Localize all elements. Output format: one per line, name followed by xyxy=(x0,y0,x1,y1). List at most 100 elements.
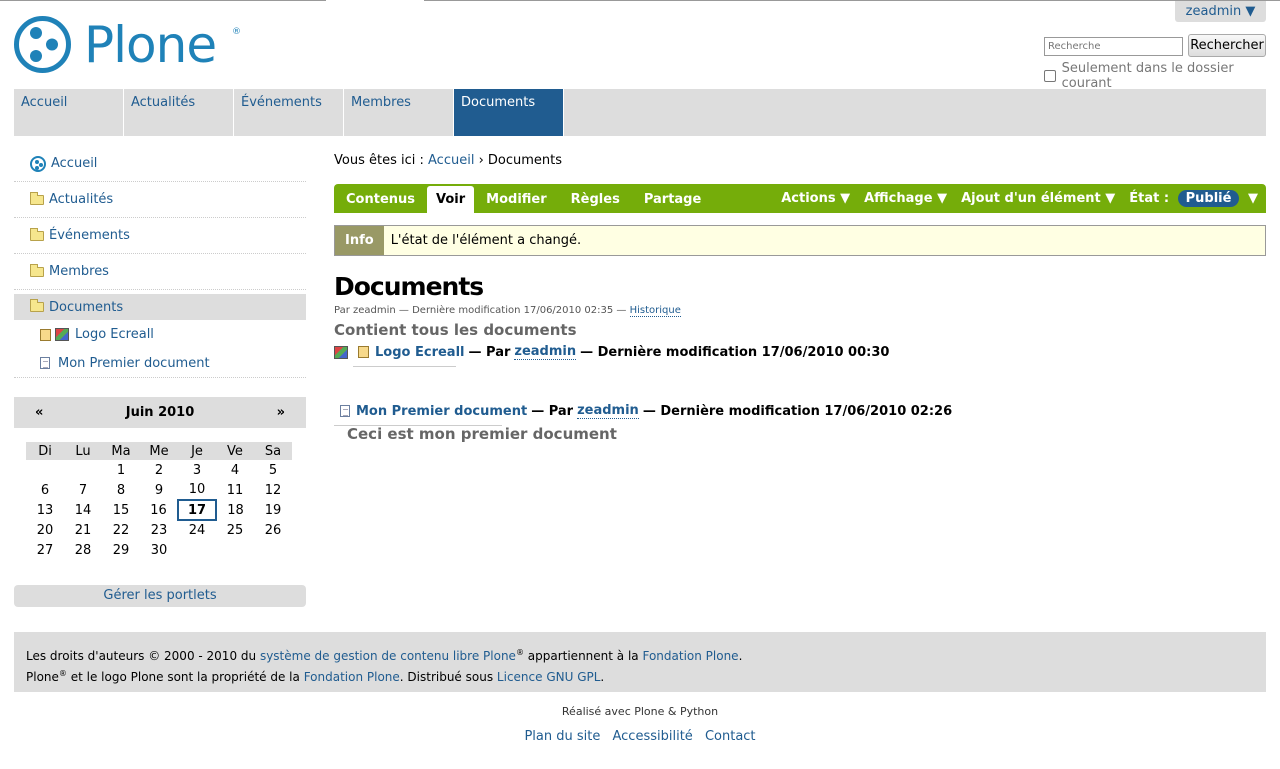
search-button[interactable]: Rechercher xyxy=(1188,34,1266,57)
footer-foundation-link[interactable]: Fondation Plone xyxy=(642,649,738,663)
item-author-link[interactable]: zeadmin xyxy=(577,403,639,419)
calendar-day[interactable]: 3 xyxy=(178,460,216,480)
footer-foundation-link-2[interactable]: Fondation Plone xyxy=(304,670,400,684)
breadcrumb-current: Documents xyxy=(487,153,563,168)
calendar-empty-cell xyxy=(64,460,102,480)
footer-gpl-link[interactable]: Licence GNU GPL xyxy=(497,670,601,684)
list-item: Logo Ecreall — Par zeadmin — Dernière mo… xyxy=(334,344,889,360)
footer-text: et le logo Plone sont la propriété de la xyxy=(70,670,300,684)
nav-tab-actualites[interactable]: Actualités xyxy=(124,89,234,136)
accessibility-link[interactable]: Accessibilité xyxy=(613,729,693,744)
calendar-day[interactable]: 13 xyxy=(26,500,64,520)
footer-plone-cms-link[interactable]: système de gestion de contenu libre Plon… xyxy=(260,649,516,663)
logo-text: Plone xyxy=(84,15,217,74)
calendar-day[interactable]: 30 xyxy=(140,540,178,560)
edit-tab-regles[interactable]: Règles xyxy=(559,184,632,213)
calendar-day[interactable]: 15 xyxy=(102,500,140,520)
calendar-day[interactable]: 4 xyxy=(216,460,254,480)
plone-logo-icon xyxy=(14,16,71,73)
portlet-nav-label: Membres xyxy=(49,264,109,279)
search-input[interactable] xyxy=(1044,37,1183,56)
edit-tab-partage[interactable]: Partage xyxy=(632,184,713,213)
item-by: — Par xyxy=(468,344,511,360)
manage-portlets-link[interactable]: Gérer les portlets xyxy=(14,585,306,607)
portlet-nav-accueil[interactable]: Accueil xyxy=(14,146,306,182)
calendar-day[interactable]: 17 xyxy=(177,499,217,521)
item-divider xyxy=(353,366,456,367)
calendar-day[interactable]: 5 xyxy=(254,460,292,480)
footer-text: appartiennent à la xyxy=(527,649,639,663)
state-menu[interactable]: État : Publié ▼ xyxy=(1129,190,1258,207)
footer-text: . xyxy=(600,670,605,684)
calendar-day[interactable]: 20 xyxy=(26,520,64,540)
calendar-day[interactable]: 25 xyxy=(216,520,254,540)
calendar-day[interactable]: 29 xyxy=(102,540,140,560)
calendar-empty-cell xyxy=(26,460,64,480)
calendar-day[interactable]: 12 xyxy=(254,480,292,500)
edit-tab-voir[interactable]: Voir xyxy=(427,186,475,213)
calendar-day[interactable]: 7 xyxy=(64,480,102,500)
item-title-link[interactable]: Mon Premier document xyxy=(356,404,527,419)
actions-menu[interactable]: Actions ▼ xyxy=(781,191,850,206)
calendar-day[interactable]: 10 xyxy=(178,480,216,500)
calendar-day[interactable]: 8 xyxy=(102,480,140,500)
calendar-prev-button[interactable]: « xyxy=(35,405,43,420)
calendar-day[interactable]: 14 xyxy=(64,500,102,520)
site-logo[interactable]: Plone ® xyxy=(14,15,241,74)
history-link[interactable]: Historique xyxy=(629,305,681,317)
edit-tab-contenus[interactable]: Contenus xyxy=(334,184,427,213)
calendar-day[interactable]: 24 xyxy=(178,520,216,540)
calendar-weekday: Ve xyxy=(216,442,254,460)
calendar-day[interactable]: 1 xyxy=(102,460,140,480)
portlet-nav-actualites[interactable]: Actualités xyxy=(14,182,306,218)
nav-tab-evenements[interactable]: Événements xyxy=(234,89,344,136)
calendar-day[interactable]: 23 xyxy=(140,520,178,540)
calendar-day[interactable]: 18 xyxy=(216,500,254,520)
item-title-link[interactable]: Logo Ecreall xyxy=(375,345,464,360)
user-menu-button[interactable]: zeadmin ▼ xyxy=(1175,1,1266,22)
edit-tab-modifier[interactable]: Modifier xyxy=(474,184,559,213)
search-current-folder-option[interactable]: Seulement dans le dossier courant xyxy=(1044,61,1280,91)
calendar-day[interactable]: 6 xyxy=(26,480,64,500)
calendar-day[interactable]: 26 xyxy=(254,520,292,540)
breadcrumb-home-link[interactable]: Accueil xyxy=(428,153,474,168)
portlet-nav-evenements[interactable]: Événements xyxy=(14,218,306,254)
item-author-link[interactable]: zeadmin xyxy=(514,344,577,360)
site-actions: Plan du site Accessibilité Contact xyxy=(0,729,1280,744)
portlet-nav-membres[interactable]: Membres xyxy=(14,254,306,290)
contact-link[interactable]: Contact xyxy=(705,729,756,744)
calendar-day[interactable]: 27 xyxy=(26,540,64,560)
portlet-nav-mon-premier-document[interactable]: Mon Premier document xyxy=(14,349,306,378)
portlet-nav-logo-ecreall[interactable]: Logo Ecreall xyxy=(14,320,306,349)
colophon[interactable]: Réalisé avec Plone & Python xyxy=(0,705,1280,718)
calendar-empty-cell xyxy=(178,540,216,560)
calendar-day[interactable]: 19 xyxy=(254,500,292,520)
portlet-nav-documents[interactable]: Documents xyxy=(14,294,306,320)
status-message-label: Info xyxy=(335,226,384,255)
calendar-day[interactable]: 21 xyxy=(64,520,102,540)
folder-icon xyxy=(30,227,44,241)
calendar-day[interactable]: 2 xyxy=(140,460,178,480)
page-title: Documents xyxy=(334,272,484,301)
add-item-menu[interactable]: Ajout d'un élément ▼ xyxy=(961,191,1115,206)
nav-tab-membres[interactable]: Membres xyxy=(344,89,454,136)
nav-tab-accueil[interactable]: Accueil xyxy=(14,89,124,136)
calendar-next-button[interactable]: » xyxy=(277,405,285,420)
document-description: Contient tous les documents xyxy=(334,321,577,339)
calendar-weekday: Lu xyxy=(64,442,102,460)
content-edit-bar: Contenus Voir Modifier Règles Partage Ac… xyxy=(334,184,1266,213)
calendar-day[interactable]: 11 xyxy=(216,480,254,500)
portlet-nav-label: Événements xyxy=(49,228,130,243)
current-folder-checkbox[interactable] xyxy=(1044,70,1056,82)
calendar-day[interactable]: 22 xyxy=(102,520,140,540)
display-menu[interactable]: Affichage ▼ xyxy=(864,191,947,206)
calendar-day[interactable]: 16 xyxy=(140,500,178,520)
nav-tab-documents[interactable]: Documents xyxy=(454,89,564,136)
calendar-day[interactable]: 28 xyxy=(64,540,102,560)
calendar-month: Juin 2010 xyxy=(125,405,195,420)
calendar-day[interactable]: 9 xyxy=(140,480,178,500)
calendar-empty-cell xyxy=(254,540,292,560)
chevron-down-icon: ▼ xyxy=(1248,191,1258,206)
sitemap-link[interactable]: Plan du site xyxy=(524,729,600,744)
item-by: — Par xyxy=(531,403,574,419)
